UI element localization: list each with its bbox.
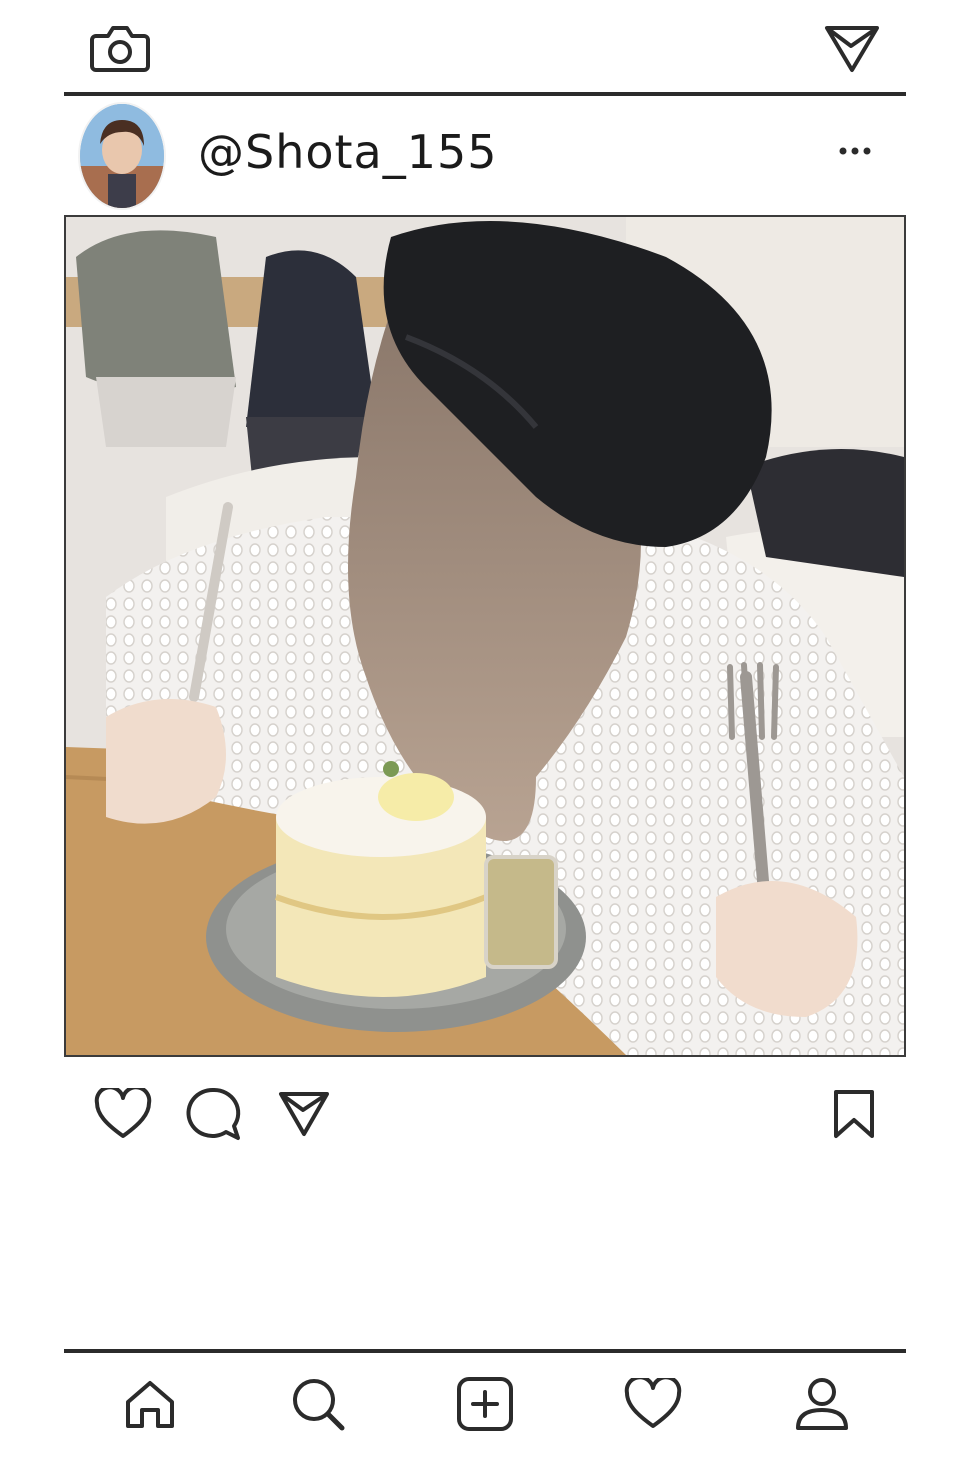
search-icon[interactable]	[290, 1376, 346, 1432]
avatar[interactable]	[78, 102, 166, 210]
more-dots-icon[interactable]	[838, 146, 872, 156]
home-icon[interactable]	[122, 1378, 178, 1430]
heart-icon[interactable]	[94, 1088, 152, 1140]
comment-bubble-icon[interactable]	[184, 1086, 242, 1142]
nav-divider	[64, 1349, 906, 1353]
username[interactable]: @Shota_155	[198, 124, 498, 180]
bookmark-icon[interactable]	[832, 1088, 876, 1140]
add-post-icon[interactable]	[456, 1376, 514, 1432]
top-bar	[0, 0, 960, 96]
paper-plane-icon[interactable]	[824, 24, 880, 74]
post-photo[interactable]	[64, 215, 906, 1057]
share-paper-plane-icon[interactable]	[278, 1090, 330, 1138]
profile-icon[interactable]	[794, 1376, 850, 1432]
camera-icon[interactable]	[90, 22, 150, 74]
header-divider	[64, 92, 906, 96]
activity-heart-icon[interactable]	[624, 1378, 682, 1430]
